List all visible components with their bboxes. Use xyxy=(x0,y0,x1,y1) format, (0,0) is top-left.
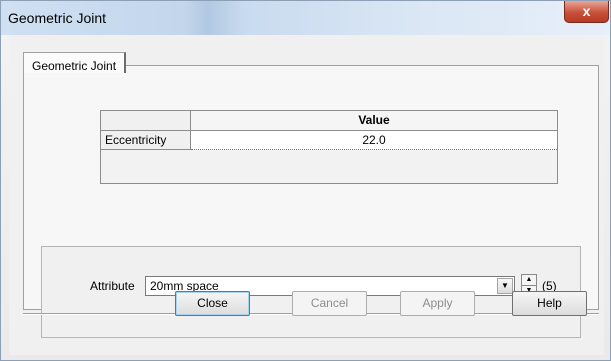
value-grid: Value Eccentricity 22.0 xyxy=(100,110,558,184)
window-close-button[interactable]: x xyxy=(564,1,609,23)
spin-up-icon[interactable]: ▲ xyxy=(522,275,536,286)
help-button[interactable]: Help xyxy=(512,291,587,316)
dialog-window: Geometric Joint x Geometric Joint Value … xyxy=(0,0,611,361)
tab-geometric-joint[interactable]: Geometric Joint xyxy=(23,52,127,73)
window-title: Geometric Joint xyxy=(8,10,107,26)
close-icon: x xyxy=(582,3,591,19)
attribute-label: Attribute xyxy=(90,279,135,293)
close-button[interactable]: Close xyxy=(175,291,250,316)
chevron-down-icon[interactable]: ▼ xyxy=(497,278,513,294)
grid-row-header-eccentricity[interactable]: Eccentricity xyxy=(101,131,191,150)
apply-button[interactable]: Apply xyxy=(400,291,475,316)
cancel-button[interactable]: Cancel xyxy=(292,291,367,316)
title-bar[interactable]: Geometric Joint x xyxy=(1,1,610,35)
grid-column-header-value[interactable]: Value xyxy=(191,111,557,131)
grid-cell-eccentricity-value[interactable]: 22.0 xyxy=(191,131,557,150)
grid-corner-header xyxy=(101,111,191,131)
tab-label: Geometric Joint xyxy=(32,59,117,73)
